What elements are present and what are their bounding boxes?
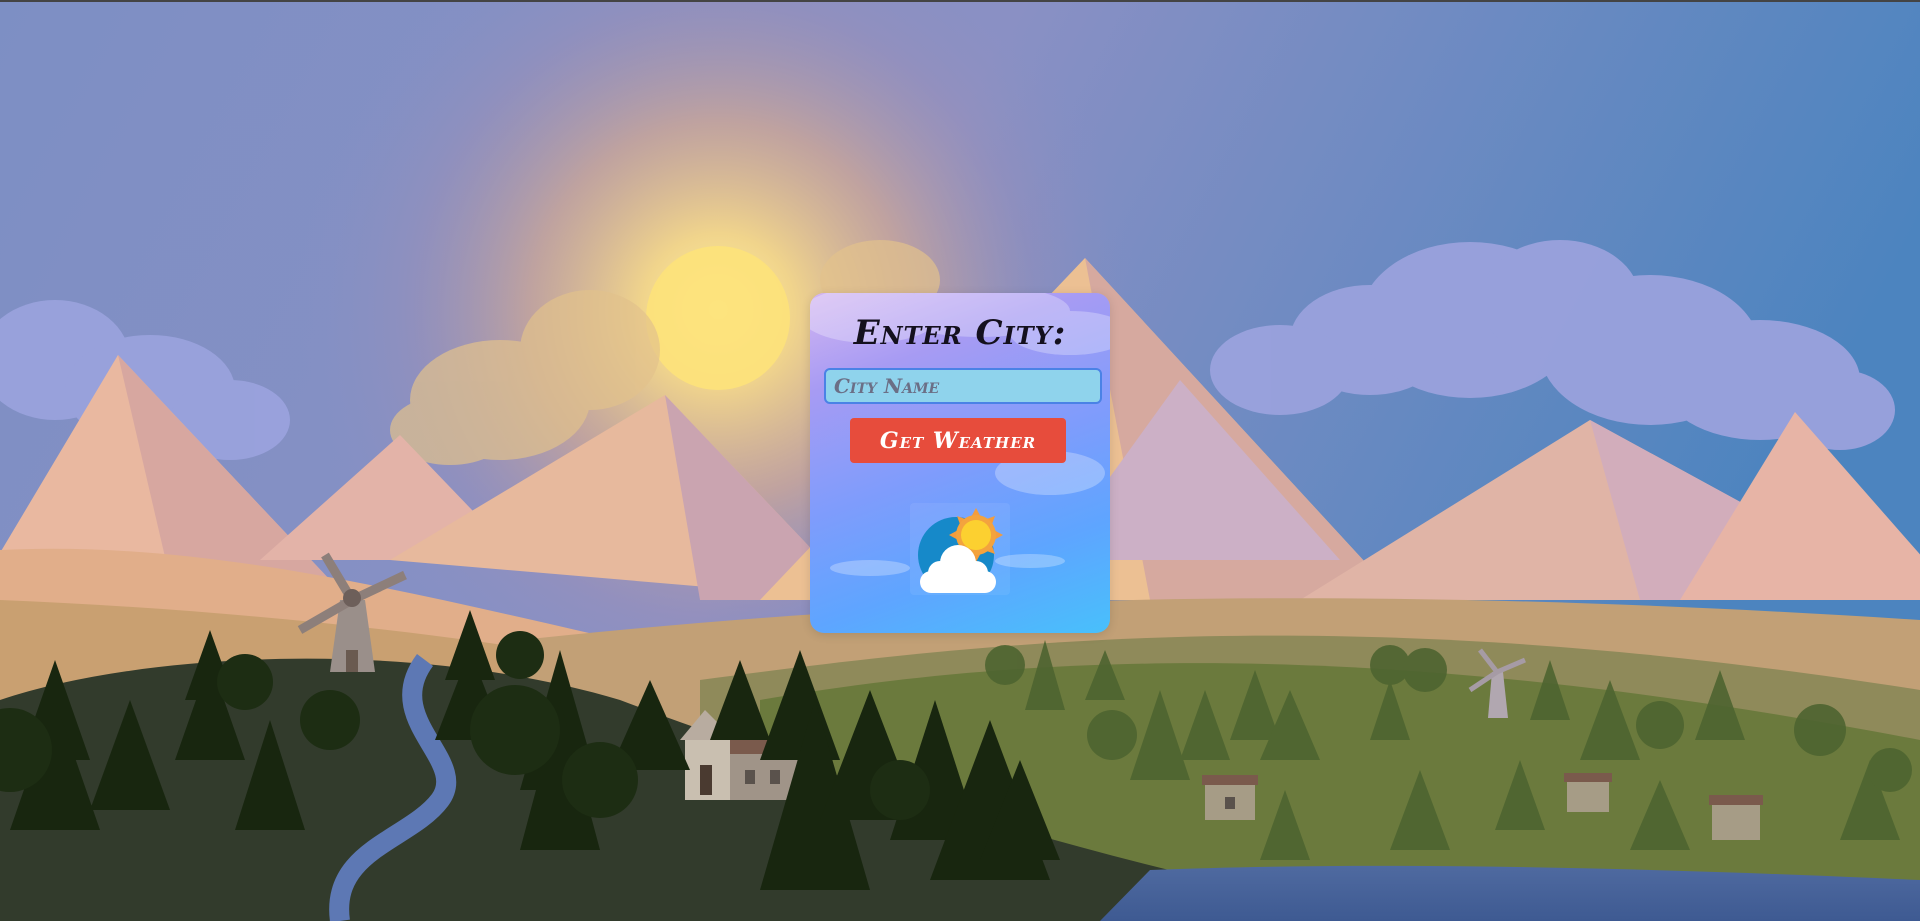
- get-weather-button[interactable]: Get Weather: [850, 418, 1066, 463]
- city-name-input[interactable]: [824, 368, 1102, 404]
- card-title: Enter City:: [853, 313, 1067, 353]
- weather-icon-container: [910, 503, 1010, 595]
- weather-card: Enter City: Get Weather: [810, 293, 1110, 633]
- partly-cloudy-day-icon: [918, 508, 1003, 593]
